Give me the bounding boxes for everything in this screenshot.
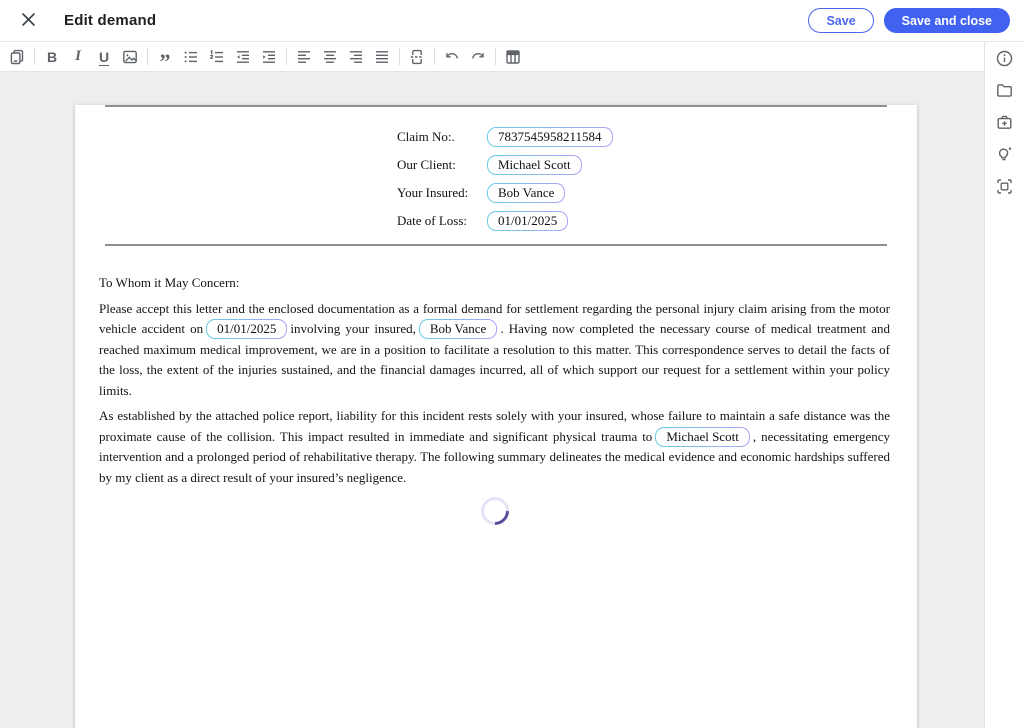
paragraph-1: Please accept this letter and the enclos…: [99, 299, 890, 402]
your-insured-chip[interactable]: Bob Vance: [487, 183, 565, 203]
main-row: B I U ”: [0, 42, 1024, 728]
save-and-close-button[interactable]: Save and close: [884, 8, 1010, 33]
focus-view-icon[interactable]: [991, 172, 1019, 200]
horizontal-rule: [105, 244, 887, 246]
field-label: Date of Loss:: [397, 213, 487, 229]
bulleted-list-icon[interactable]: [178, 45, 204, 69]
client-inline-chip[interactable]: Michael Scott: [655, 427, 750, 447]
body-text: involving your insured,: [290, 321, 415, 336]
close-icon: [21, 12, 36, 30]
field-row-our-client: Our Client: Michael Scott: [397, 151, 917, 179]
indent-icon[interactable]: [256, 45, 282, 69]
insert-image-icon[interactable]: [117, 45, 143, 69]
undo-icon[interactable]: [439, 45, 465, 69]
idea-icon[interactable]: [991, 140, 1019, 168]
insert-table-icon[interactable]: [500, 45, 526, 69]
our-client-chip[interactable]: Michael Scott: [487, 155, 582, 175]
save-button[interactable]: Save: [808, 8, 873, 33]
numbered-list-icon[interactable]: [204, 45, 230, 69]
claim-fields: Claim No:. 7837545958211584 Our Client: …: [397, 123, 917, 235]
add-exhibit-icon[interactable]: [991, 108, 1019, 136]
insured-inline-chip[interactable]: Bob Vance: [419, 319, 497, 339]
align-right-icon[interactable]: [343, 45, 369, 69]
loading-spinner: [475, 491, 515, 531]
toolbar-separator: [399, 48, 400, 65]
horizontal-rule: [105, 105, 887, 107]
page-title: Edit demand: [64, 12, 156, 29]
redo-icon[interactable]: [465, 45, 491, 69]
toolbar-separator: [434, 48, 435, 65]
bold-icon[interactable]: B: [39, 45, 65, 69]
align-left-icon[interactable]: [291, 45, 317, 69]
header: Edit demand Save Save and close: [0, 0, 1024, 42]
document-page[interactable]: Claim No:. 7837545958211584 Our Client: …: [75, 105, 917, 728]
toolbar-separator: [286, 48, 287, 65]
pages-icon[interactable]: [4, 45, 30, 69]
outdent-icon[interactable]: [230, 45, 256, 69]
claim-no-chip[interactable]: 7837545958211584: [487, 127, 613, 147]
align-center-icon[interactable]: [317, 45, 343, 69]
right-sidebar: [984, 42, 1024, 728]
field-row-date-of-loss: Date of Loss: 01/01/2025: [397, 207, 917, 235]
italic-icon[interactable]: I: [65, 45, 91, 69]
folder-icon[interactable]: [991, 76, 1019, 104]
field-row-your-insured: Your Insured: Bob Vance: [397, 179, 917, 207]
info-icon[interactable]: [991, 44, 1019, 72]
editor-canvas: Claim No:. 7837545958211584 Our Client: …: [0, 72, 984, 728]
greeting: To Whom it May Concern:: [99, 273, 890, 294]
page-break-icon[interactable]: [404, 45, 430, 69]
toolbar-separator: [147, 48, 148, 65]
field-label: Claim No:.: [397, 129, 487, 145]
field-label: Our Client:: [397, 157, 487, 173]
blockquote-icon[interactable]: ”: [152, 45, 178, 69]
letter-body[interactable]: To Whom it May Concern: Please accept th…: [75, 273, 917, 525]
toolbar-separator: [495, 48, 496, 65]
paragraph-2: As established by the attached police re…: [99, 406, 890, 488]
underline-icon[interactable]: U: [91, 45, 117, 69]
field-row-claim-no: Claim No:. 7837545958211584: [397, 123, 917, 151]
date-of-loss-inline-chip[interactable]: 01/01/2025: [206, 319, 287, 339]
toolbar-separator: [34, 48, 35, 65]
format-toolbar: B I U ”: [0, 42, 984, 72]
justify-icon[interactable]: [369, 45, 395, 69]
close-button[interactable]: [16, 9, 40, 33]
date-of-loss-chip[interactable]: 01/01/2025: [487, 211, 568, 231]
field-label: Your Insured:: [397, 185, 487, 201]
